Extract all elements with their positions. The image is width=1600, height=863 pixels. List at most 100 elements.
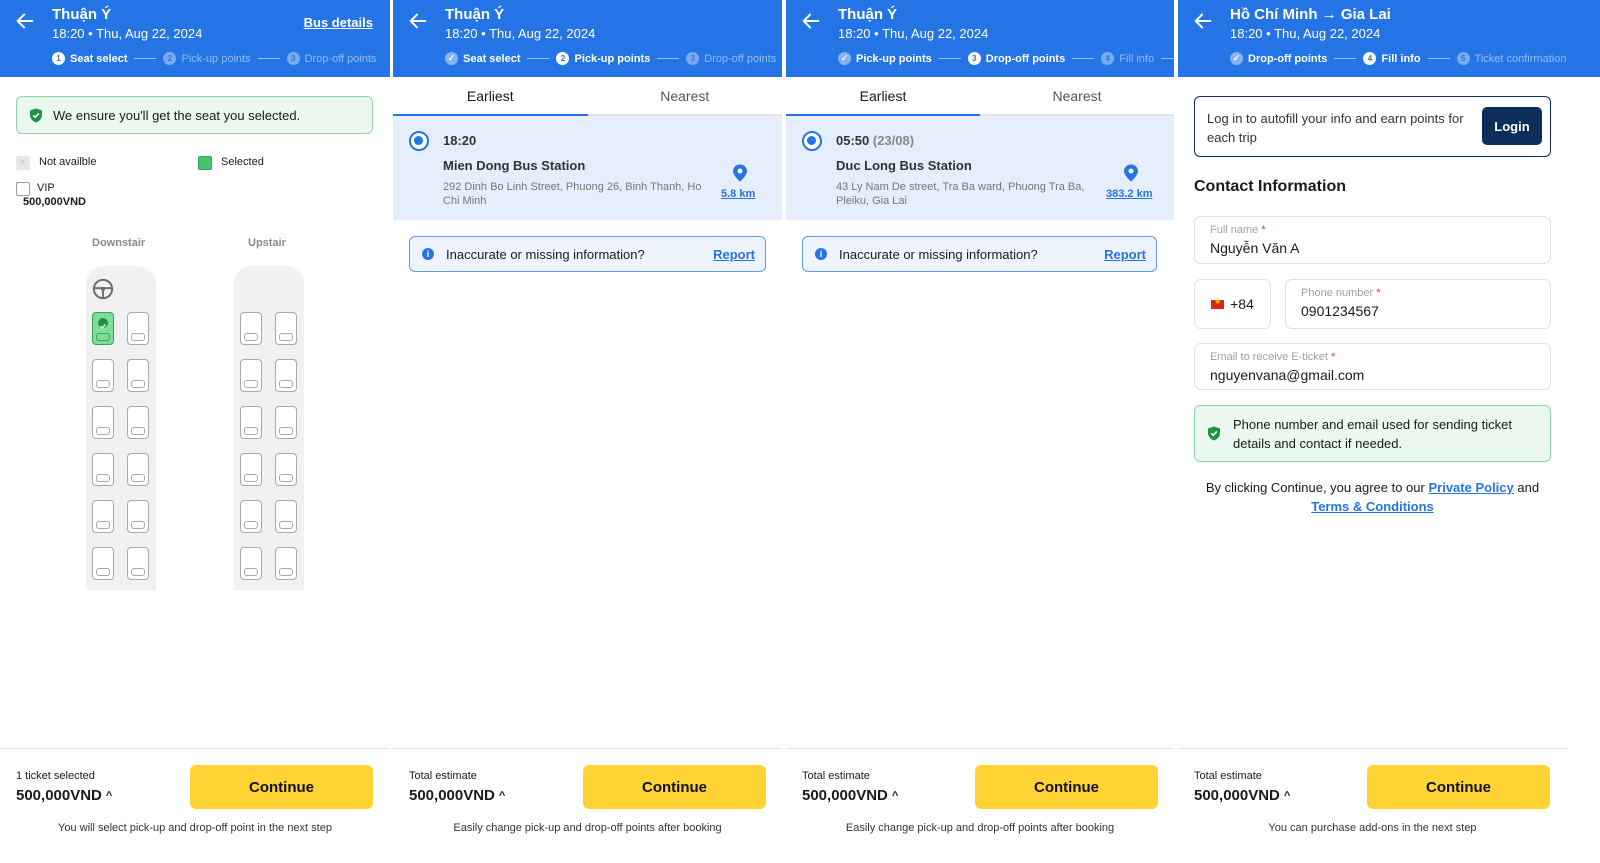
price-summary-toggle[interactable]: 500,000VND ^ <box>409 787 505 804</box>
seat[interactable] <box>275 500 297 533</box>
seat[interactable] <box>92 500 114 533</box>
chevron-up-icon: ^ <box>105 789 113 802</box>
tab-nearest[interactable]: Nearest <box>980 77 1174 114</box>
total-estimate-label: Total estimate <box>1194 770 1262 782</box>
vip-swatch <box>16 182 30 196</box>
phone-number-field[interactable]: Phone number * 0901234567 <box>1285 279 1551 329</box>
field-label: Email to receive E-ticket * <box>1210 351 1335 363</box>
continue-button[interactable]: Continue <box>190 765 373 809</box>
seat[interactable] <box>275 406 297 439</box>
step-number: 4 <box>1101 52 1115 65</box>
full-name-field[interactable]: Full name * Nguyễn Văn A <box>1194 216 1551 264</box>
total-price: 500,000VND <box>16 787 102 804</box>
footer-note: You can purchase add-ons in the next ste… <box>1268 822 1477 834</box>
route-title: Thuận Ý <box>838 6 898 23</box>
seat[interactable] <box>92 547 114 580</box>
contact-usage-text: Phone number and email used for sending … <box>1233 416 1512 451</box>
step-label: Seat select <box>70 52 128 65</box>
seat[interactable] <box>92 453 114 486</box>
required-mark: * <box>1331 351 1336 363</box>
step-number: 4 <box>1363 52 1377 65</box>
vip-price: 500,000VND <box>23 196 86 208</box>
login-prompt-text: Log in to autofill your info and earn po… <box>1207 111 1464 145</box>
seat[interactable] <box>240 312 262 345</box>
step-pickup-points: ✓ Pick-up points <box>838 52 932 65</box>
stepper: ✓ Seat select 2 Pick-up points 3 Drop-off p… <box>445 52 776 65</box>
terms-conditions-link[interactable]: Terms & Conditions <box>1311 499 1434 514</box>
seat[interactable] <box>92 359 114 392</box>
login-prompt-card: Log in to autofill your info and earn po… <box>1194 96 1551 157</box>
check-icon: ✓ <box>1230 52 1243 65</box>
privacy-policy-link[interactable]: Private Policy <box>1428 480 1513 495</box>
country-code-selector[interactable]: +84 <box>1194 279 1271 329</box>
check-icon: ✓ <box>445 52 458 65</box>
step-seat-select: 1 Seat select <box>52 52 127 65</box>
price-summary-toggle[interactable]: 500,000VND ^ <box>1194 787 1290 804</box>
seat-guarantee-text: We ensure you'll get the seat you select… <box>53 107 301 123</box>
seat[interactable] <box>240 500 262 533</box>
seat[interactable] <box>240 547 262 580</box>
continue-button[interactable]: Continue <box>1367 765 1550 809</box>
route-title: Thuận Ý <box>52 6 112 23</box>
continue-button[interactable]: Continue <box>583 765 766 809</box>
tab-nearest[interactable]: Nearest <box>588 77 783 114</box>
step-fill-info: 4 Fill info <box>1101 52 1154 65</box>
seat[interactable] <box>275 312 297 345</box>
total-estimate-label: Total estimate <box>802 770 870 782</box>
email-field[interactable]: Email to receive E-ticket * nguyenvana@g… <box>1194 343 1551 390</box>
distance-link[interactable]: 383.2 km <box>1106 188 1152 200</box>
step-divider <box>134 58 157 59</box>
seat[interactable] <box>275 547 297 580</box>
station-name: Mien Dong Bus Station <box>443 158 586 173</box>
seat[interactable] <box>275 453 297 486</box>
distance-link[interactable]: 5.8 km <box>721 188 755 200</box>
required-mark: * <box>1376 287 1381 299</box>
seat[interactable] <box>275 359 297 392</box>
back-arrow-icon[interactable] <box>407 10 429 32</box>
step-label: Drop-off points <box>1248 52 1328 65</box>
map-pin-icon[interactable] <box>732 164 748 182</box>
booking-footer: Total estimate 500,000VND ^ Continue You … <box>1178 748 1567 863</box>
step-divider <box>938 58 961 59</box>
seat[interactable] <box>127 500 149 533</box>
login-button[interactable]: Login <box>1482 107 1542 145</box>
continue-button[interactable]: Continue <box>975 765 1158 809</box>
step-number: 1 <box>52 52 65 65</box>
back-arrow-icon[interactable] <box>14 10 36 32</box>
back-arrow-icon[interactable] <box>1192 10 1214 32</box>
price-summary-toggle[interactable]: 500,000VND ^ <box>802 787 898 804</box>
booking-footer: 1 ticket selected 500,000VND ^ Continue Y… <box>0 748 390 863</box>
seat[interactable] <box>127 406 149 439</box>
radio-selected[interactable] <box>409 131 429 151</box>
step-seat-select: ✓ Seat select <box>445 52 520 65</box>
email-value: nguyenvana@gmail.com <box>1210 367 1365 383</box>
map-pin-icon[interactable] <box>1123 164 1139 182</box>
selected-swatch <box>198 156 212 170</box>
contact-info-heading: Contact Information <box>1194 178 1346 195</box>
step-dropoff-points: 3 Drop-off points <box>686 52 776 65</box>
pickup-option[interactable]: 18:20 Mien Dong Bus Station 292 Dinh Bo … <box>393 116 782 220</box>
seat[interactable] <box>92 406 114 439</box>
bus-details-link[interactable]: Bus details <box>304 15 373 30</box>
price-summary-toggle[interactable]: 500,000VND ^ <box>16 787 112 804</box>
legend-label: Selected <box>221 156 264 168</box>
radio-selected[interactable] <box>802 131 822 151</box>
seat[interactable] <box>240 406 262 439</box>
seat[interactable] <box>127 312 149 345</box>
seat[interactable] <box>127 359 149 392</box>
dropoff-option[interactable]: 05:50 (23/08) Duc Long Bus Station 43 Ly… <box>786 116 1174 220</box>
report-link[interactable]: Report <box>713 247 755 262</box>
total-price: 500,000VND <box>802 787 888 804</box>
seat-selected[interactable] <box>92 312 114 345</box>
report-link[interactable]: Report <box>1104 247 1146 262</box>
tab-earliest[interactable]: Earliest <box>393 77 588 116</box>
step-label: Pick-up points <box>856 52 932 65</box>
total-price: 500,000VND <box>1194 787 1280 804</box>
seat[interactable] <box>127 547 149 580</box>
back-arrow-icon[interactable] <box>800 10 822 32</box>
seat[interactable] <box>127 453 149 486</box>
tab-earliest[interactable]: Earliest <box>786 77 980 116</box>
report-banner: i Inaccurate or missing information? Rep… <box>802 236 1157 272</box>
seat[interactable] <box>240 359 262 392</box>
seat[interactable] <box>240 453 262 486</box>
